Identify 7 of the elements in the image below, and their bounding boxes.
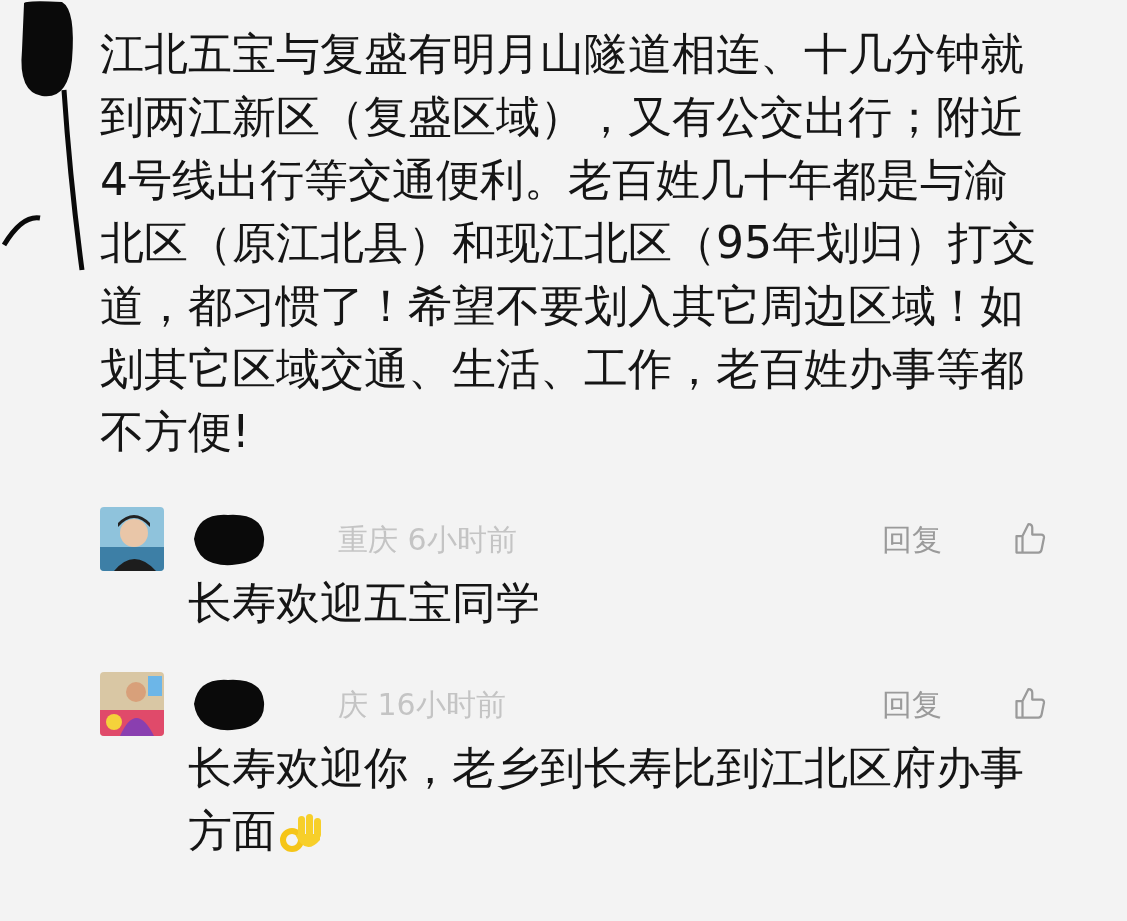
reply-text: 长寿欢迎你，老乡到长寿比到江北区府办事方面 [188, 741, 1025, 860]
reply-button[interactable]: 回复 [882, 681, 942, 727]
comment-text: 江北五宝与复盛有明月山隧道相连、十几分钟就到两江新区（复盛区域），又有公交出行；附近4号线出行等交通便利。老百姓几十年都是与渝北区（原江北县）和现江北区（95年划归）打交道，都习惯了！希望不要划入其它周边区域！如划其它区域交通、生活、工作，老百姓办事等都不方便! [100, 27, 1037, 459]
reply-button[interactable]: 回复 [882, 516, 942, 562]
reply-text: 长寿欢迎五宝同学 [188, 576, 541, 630]
thumbs-up-icon[interactable] [1012, 521, 1048, 557]
thumbs-up-icon[interactable] [1012, 686, 1048, 722]
